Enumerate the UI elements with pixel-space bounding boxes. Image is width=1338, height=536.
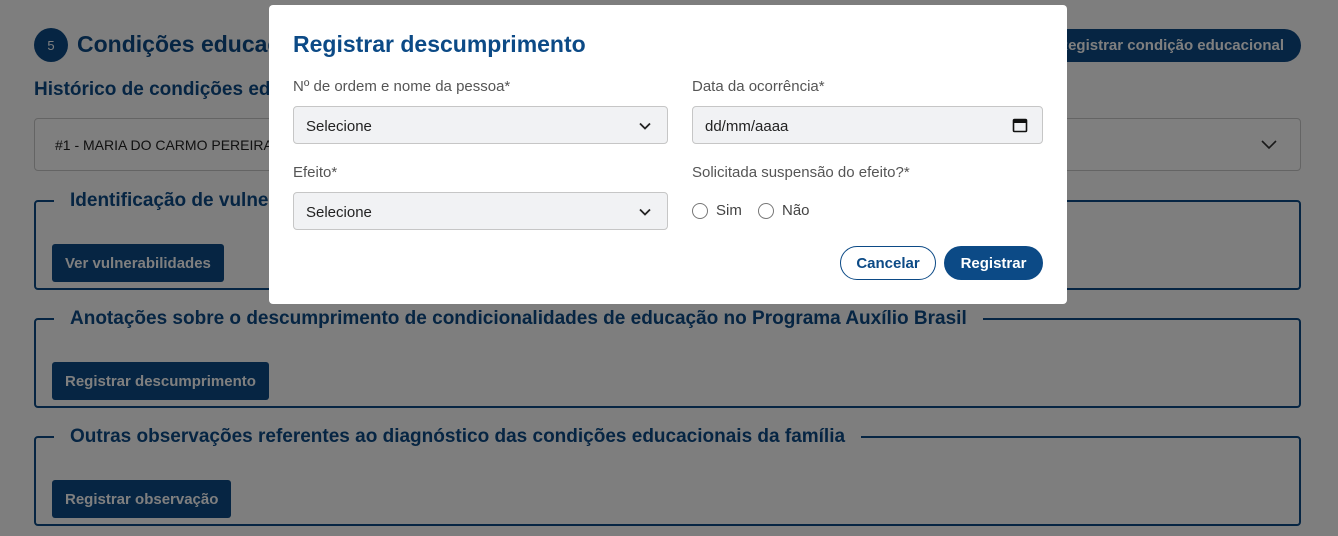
register-noncompliance-dialog: Registrar descumprimento Nº de ordem e n… [269, 5, 1067, 304]
person-select-value: Selecione [306, 118, 372, 135]
chevron-down-icon [639, 122, 651, 130]
date-label: Data da ocorrência* [692, 78, 825, 95]
cancel-button[interactable]: Cancelar [840, 246, 936, 280]
radio-circle[interactable] [758, 202, 774, 219]
register-button[interactable]: Registrar [944, 246, 1043, 280]
chevron-down-icon [639, 208, 651, 216]
date-input[interactable]: dd/mm/aaaa [692, 106, 1043, 144]
suspension-yes-radio[interactable]: Sim [692, 202, 742, 219]
radio-no-label: Não [782, 202, 810, 219]
person-select[interactable]: Selecione [293, 106, 668, 144]
calendar-icon[interactable] [1012, 117, 1028, 133]
effect-select[interactable]: Selecione [293, 192, 668, 230]
person-label: Nº de ordem e nome da pessoa* [293, 78, 511, 95]
effect-select-value: Selecione [306, 204, 372, 221]
dialog-title: Registrar descumprimento [293, 31, 586, 57]
radio-yes-label: Sim [716, 202, 742, 219]
effect-label: Efeito* [293, 164, 338, 181]
radio-circle[interactable] [692, 202, 708, 219]
suspension-label: Solicitada suspensão do efeito?* [692, 164, 910, 181]
date-input-value: dd/mm/aaaa [705, 118, 789, 135]
suspension-no-radio[interactable]: Não [758, 202, 810, 219]
